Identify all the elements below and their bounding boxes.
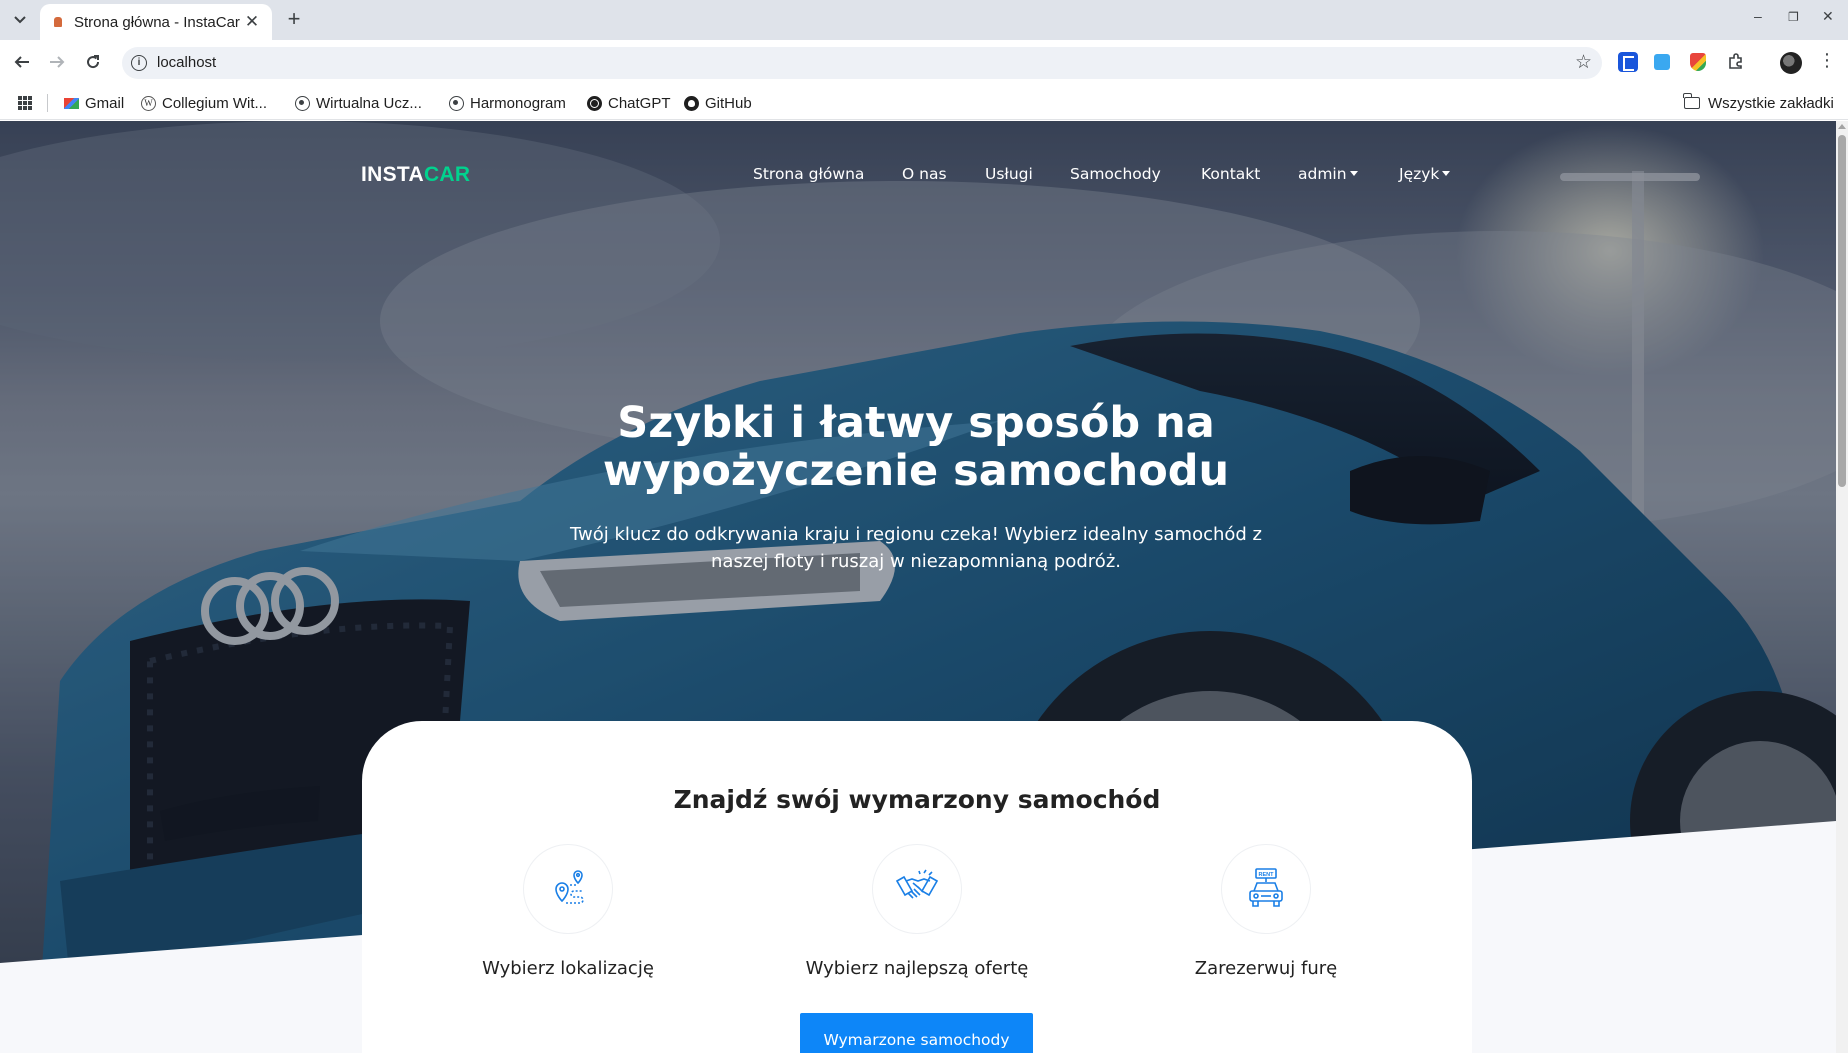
chatgpt-icon [587,95,602,111]
wiki-icon: W [141,95,156,111]
handshake-icon [895,869,939,899]
globe-icon [449,95,464,111]
nav-user-dropdown[interactable]: admin [1298,165,1358,183]
hero-title: Szybki i łatwy sposób na wypożyczenie sa… [602,398,1230,496]
tab-title: Strona główna - InstaCar [74,13,240,31]
caret-down-icon [1349,171,1358,176]
browser-tabstrip: Strona główna - InstaCar ✕ + – ❐ ✕ [0,0,1848,40]
bookmark-star-icon[interactable]: ☆ [1575,51,1592,73]
extensions-puzzle-icon[interactable] [1726,52,1746,72]
feature-label: Wybierz najlepszą ofertę [805,958,1029,979]
browser-toolbar: i localhost ☆ ⋮ [0,40,1848,86]
folder-icon [1683,93,1700,109]
caret-down-icon [1442,171,1451,176]
bookmark-label: ChatGPT [608,94,671,112]
bookmark-harmonogram[interactable]: Harmonogram [449,86,566,120]
address-url[interactable]: localhost [157,54,216,71]
bookmark-label: Collegium Wit... [162,94,268,112]
forward-arrow-icon[interactable] [42,48,72,78]
page-scrollbar[interactable] [1836,121,1848,1053]
svg-text:RENT: RENT [1259,872,1275,878]
bookmark-label: Gmail [85,94,125,112]
reload-icon[interactable] [78,48,108,78]
minimize-icon[interactable]: – [1754,8,1762,24]
bookmark-chatgpt[interactable]: ChatGPT [587,86,671,120]
password-manager-extension-icon[interactable] [1618,52,1638,72]
tab-search-button[interactable] [7,7,33,33]
bookmark-gmail[interactable]: Gmail [64,86,124,120]
bookmark-collegium[interactable]: W Collegium Wit... [141,86,267,120]
feature-icon-circle [872,844,962,934]
bookmark-wirtualna[interactable]: Wirtualna Ucz... [295,86,422,120]
browser-menu-icon[interactable]: ⋮ [1818,50,1836,71]
feature-location: Wybierz lokalizację [418,844,718,979]
nav-home[interactable]: Strona główna [753,165,864,183]
dream-cars-button[interactable]: Wymarzone samochody [800,1013,1033,1053]
bookmark-label: GitHub [705,94,752,112]
nav-about[interactable]: O nas [902,165,947,183]
bookmarks-separator [47,94,48,112]
nav-services[interactable]: Usługi [985,165,1033,183]
address-bar[interactable]: i localhost ☆ [122,47,1602,79]
back-arrow-icon[interactable] [7,48,37,78]
tab-close-icon[interactable]: ✕ [242,12,262,32]
bookmark-label: Harmonogram [470,94,566,112]
rent-car-icon: RENT [1249,868,1283,907]
chevron-down-icon [14,16,26,24]
site-favicon-icon [52,16,64,28]
bookmark-label: Wirtualna Ucz... [316,94,422,112]
nav-cars[interactable]: Samochody [1070,165,1161,183]
scroll-up-icon[interactable] [1838,124,1846,129]
location-route-icon [555,870,584,904]
new-tab-button[interactable]: + [280,7,308,33]
extension-blue-icon[interactable] [1654,54,1670,70]
finder-card: Znajdź swój wymarzony samochód Wybierz l… [362,721,1472,1053]
window-close-icon[interactable]: ✕ [1822,8,1834,25]
shield-extension-icon[interactable] [1690,53,1706,71]
browser-tab-active[interactable]: Strona główna - InstaCar ✕ [40,4,272,40]
feature-label: Zarezerwuj furę [1194,958,1338,979]
all-bookmarks[interactable]: Wszystkie zakładki [1683,86,1834,120]
feature-offer: Wybierz najlepszą ofertę [767,844,1067,979]
restore-icon[interactable]: ❐ [1788,10,1799,24]
feature-icon-circle: RENT [1221,844,1311,934]
nav-language-dropdown[interactable]: Język [1399,165,1451,183]
gmail-icon [64,98,79,109]
page-viewport: INSTACAR Strona główna O nas Usługi Samo… [0,121,1848,1053]
all-bookmarks-label: Wszystkie zakładki [1708,94,1834,112]
nav-contact[interactable]: Kontakt [1201,165,1260,183]
github-icon [684,95,699,111]
bookmark-github[interactable]: GitHub [684,86,752,120]
brand-logo[interactable]: INSTACAR [361,163,470,187]
site-info-icon[interactable]: i [131,55,147,71]
finder-title: Znajdź swój wymarzony samochód [673,785,1161,814]
feature-label: Wybierz lokalizację [482,958,654,979]
scrollbar-thumb[interactable] [1838,135,1846,487]
feature-icon-circle [523,844,613,934]
hero-subtitle: Twój klucz do odkrywania kraju i regionu… [569,524,1262,572]
apps-grid-icon[interactable] [18,96,32,110]
profile-avatar[interactable] [1780,52,1802,74]
site-navbar: INSTACAR Strona główna O nas Usługi Samo… [0,121,1836,186]
bookmarks-bar: Gmail W Collegium Wit... Wirtualna Ucz..… [0,86,1848,120]
globe-icon [295,95,310,111]
hero-section: INSTACAR Strona główna O nas Usługi Samo… [0,121,1836,1053]
feature-reserve: RENT Zarezerwuj furę [1116,844,1416,979]
